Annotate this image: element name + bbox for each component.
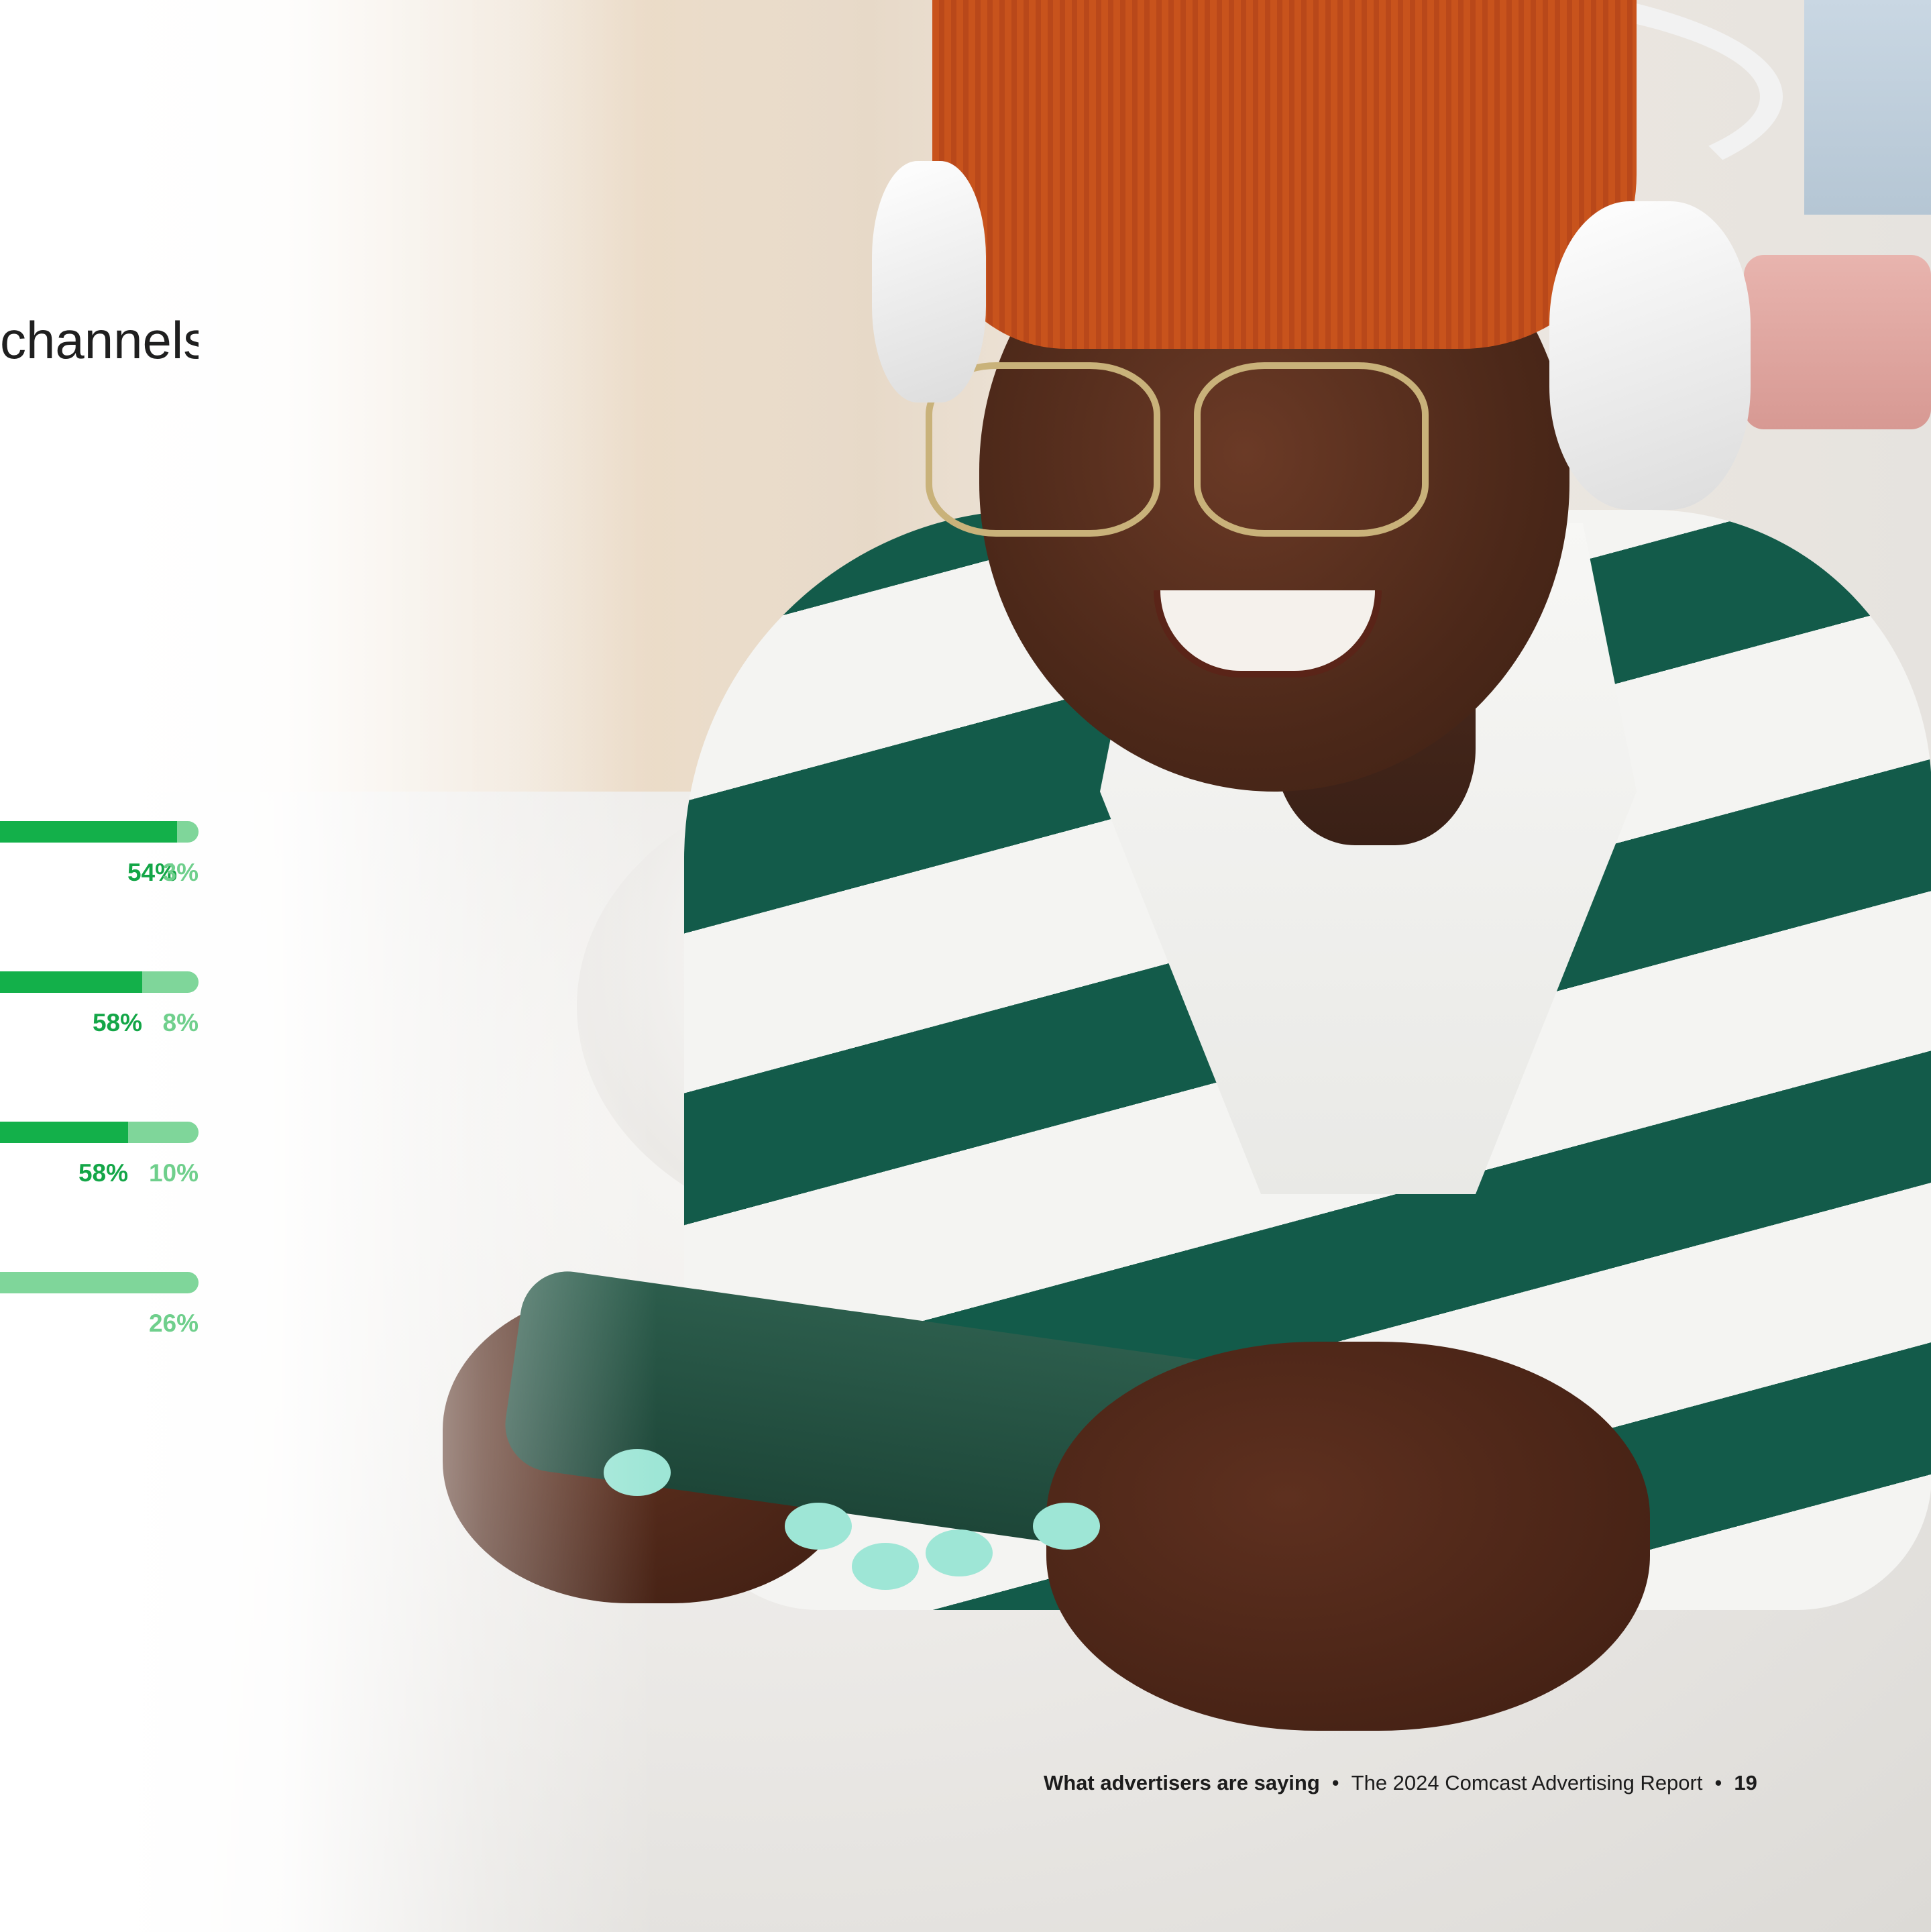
bar-track [0,1272,199,1293]
bar-fill [0,821,177,843]
bar-fill [0,971,142,993]
headline: channels [0,311,199,370]
bar-track [0,1122,199,1143]
bar-secondary-label: 8% [162,1009,199,1036]
background-photo [0,0,1931,1932]
bar-labels: 58% 8% [0,1009,199,1042]
bar-secondary-label: 3% [162,859,199,886]
bar-track [0,821,199,843]
bar-track [0,971,199,993]
bar-secondary-label: 10% [148,1159,199,1187]
bar-labels: 26% [0,1309,199,1343]
bar-labels: 54% 3% [0,859,199,892]
page-number: 19 [1734,1771,1757,1794]
bar-primary-label: 58% [78,1159,128,1187]
footer-report-title: The 2024 Comcast Advertising Report [1351,1771,1703,1794]
footer-separator: • [1714,1771,1722,1794]
bar-fill [0,1122,128,1143]
bar-primary-label: 58% [92,1009,142,1036]
bar-labels: 58% 10% [0,1159,199,1193]
page-footer: What advertisers are saying • The 2024 Com… [1044,1771,1757,1795]
footer-separator: • [1331,1771,1339,1794]
left-white-fade [0,0,1931,1932]
footer-section-title: What advertisers are saying [1044,1771,1320,1794]
bar-secondary-label: 26% [148,1309,199,1337]
